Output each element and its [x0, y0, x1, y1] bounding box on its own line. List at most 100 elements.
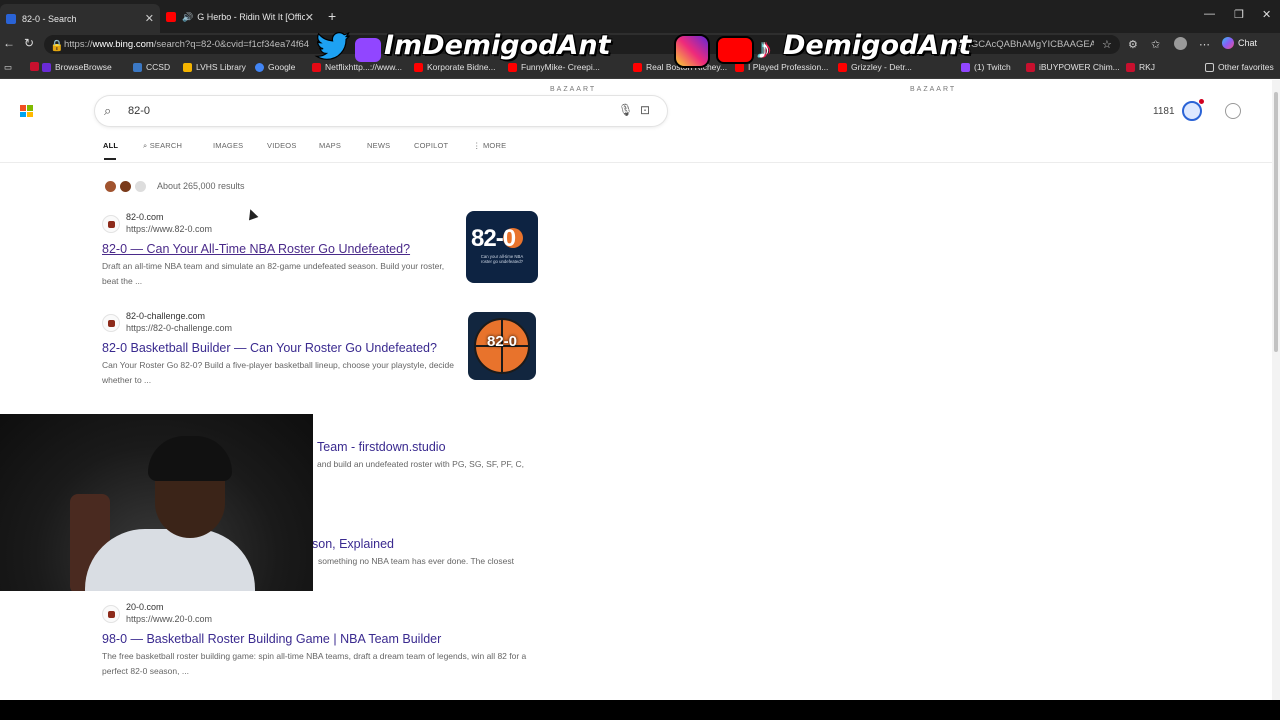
favorite-item[interactable]: BrowseBrowse — [42, 62, 112, 72]
copilot-icon — [1222, 37, 1234, 49]
tab-maps[interactable]: MAPS — [319, 141, 341, 150]
favorites-bar: ▭ BrowseBrowse CCSD LVHS Library Google … — [0, 55, 1280, 79]
search-icon[interactable]: ⌕ — [104, 103, 111, 119]
youtube-icon — [716, 36, 754, 64]
url-tail: QDIGCAcQABhAMgYICBAAGEA... — [954, 39, 1094, 50]
active-tab-underline — [104, 158, 116, 160]
instagram-icon — [674, 34, 710, 68]
favorite-item[interactable]: (1) Twitch — [961, 62, 1011, 72]
browser-window: 82-0 - Search ✕ 🔊 G Herbo - Ridin Wit It… — [0, 0, 1280, 700]
search-input[interactable]: 82-0 — [128, 105, 150, 117]
site-favicon-icon — [102, 215, 120, 233]
close-tab-icon[interactable]: ✕ — [305, 11, 314, 24]
minimize-icon[interactable]: — — [1204, 8, 1215, 20]
favorite-item[interactable]: LVHS Library — [183, 62, 246, 72]
rewards-medal-icon[interactable] — [1182, 99, 1204, 121]
result-snippet: something no NBA team has ever done. The… — [318, 556, 514, 566]
tab-copilot[interactable]: COPILOT — [414, 141, 448, 150]
search-result: son, Explained something no NBA team has… — [312, 537, 752, 569]
result-site[interactable]: 20-0.com — [126, 602, 542, 612]
tab-search[interactable]: 82-0 - Search ✕ — [0, 4, 160, 33]
site-favicon-icon — [102, 314, 120, 332]
favorite-item[interactable]: Google — [255, 62, 295, 72]
result-avatars — [104, 180, 149, 193]
overlay-handle-left: ImDemigodAnt — [384, 30, 611, 61]
tab-images[interactable]: IMAGES — [213, 141, 243, 150]
favorite-item[interactable]: Korporate Bidne... — [414, 62, 496, 72]
search-result: 20-0.com https://www.20-0.com 98-0 — Bas… — [102, 602, 542, 679]
account-icon[interactable] — [1225, 103, 1241, 119]
chat-label: Chat — [1238, 38, 1258, 48]
person-hair — [148, 436, 232, 481]
more-dots-icon: ⋮ — [473, 141, 483, 150]
person-shirt — [85, 529, 255, 591]
result-title-link[interactable]: 98-0 — Basketball Roster Building Game |… — [102, 632, 542, 646]
result-snippet: Draft an all-time NBA team and simulate … — [102, 261, 445, 286]
favorite-item[interactable]: FunnyMike- Creepi... — [508, 62, 600, 72]
webcam-overlay — [0, 414, 313, 591]
thumb-title: 82-0 — [471, 225, 516, 252]
favorite-item[interactable]: iBUYPOWER Chim... — [1026, 62, 1120, 72]
tab-strip: 82-0 - Search ✕ 🔊 G Herbo - Ridin Wit It… — [0, 0, 1280, 33]
result-count: About 265,000 results — [157, 181, 245, 191]
favorite-item[interactable]: Grizzley - Detr... — [838, 62, 912, 72]
result-title-link[interactable]: son, Explained — [312, 537, 752, 551]
page-scrollbar[interactable] — [1272, 80, 1280, 700]
other-favorites[interactable]: Other favorites — [1205, 62, 1274, 72]
url-domain: www.bing.com — [92, 39, 154, 50]
bing-results-page: BAZAART BAZAART ⌕ 82-0 🎙 ⊡ 1181 ALL ⌕ SE… — [0, 80, 1272, 700]
overlay-handle-right: DemigodAnt — [783, 30, 972, 61]
favorite-item[interactable]: I Played Profession... — [735, 62, 828, 72]
lock-icon[interactable]: 🔒 — [50, 39, 64, 52]
new-tab-plus-icon[interactable]: + — [328, 8, 336, 24]
visual-search-icon[interactable]: ⊡ — [640, 103, 650, 117]
result-snippet: Can Your Roster Go 82-0? Build a five-pl… — [102, 360, 455, 385]
chat-button[interactable]: Chat — [1222, 37, 1257, 49]
more-menu-icon[interactable]: ⋯ — [1199, 38, 1210, 51]
result-thumbnail[interactable]: 82-0 Can your all-time NBA roster go und… — [466, 211, 538, 283]
back-icon[interactable]: ← — [3, 36, 15, 50]
restore-icon[interactable]: ❐ — [1234, 8, 1244, 21]
bazaart-watermark: BAZAART — [910, 86, 957, 93]
tab-news[interactable]: NEWS — [367, 141, 390, 150]
profile-avatar-icon[interactable] — [1174, 37, 1187, 50]
bottom-letterbox — [0, 700, 1280, 720]
url-rest: /search?q=82-0&cvid=f1cf34ea74f64 — [153, 39, 310, 50]
apps-icon[interactable]: ▭ — [4, 62, 12, 73]
site-favicon-icon — [102, 605, 120, 623]
refresh-icon[interactable]: ↻ — [24, 36, 34, 50]
tab-all[interactable]: ALL — [103, 141, 118, 150]
favorite-item[interactable]: Netflixhttp...://www... — [312, 62, 402, 72]
search-favicon-icon — [6, 13, 16, 24]
thumb-title: 82-0 — [486, 333, 518, 350]
scrollbar-thumb[interactable] — [1274, 92, 1278, 352]
url-prefix: https:// — [64, 39, 93, 50]
tab-title: G Herbo - Ridin Wit It [Officia — [197, 12, 306, 22]
tab-search[interactable]: ⌕ SEARCH — [143, 141, 182, 151]
tab-more[interactable]: ⋮ MORE — [473, 141, 506, 150]
tab-youtube[interactable]: 🔊 G Herbo - Ridin Wit It [Officia ✕ — [160, 5, 320, 29]
favorite-item[interactable]: RKJ — [1126, 62, 1155, 72]
result-thumbnail[interactable]: 82-0 — [468, 312, 536, 380]
twitter-icon — [314, 32, 350, 60]
favorites-icon[interactable]: ✩ — [1151, 38, 1160, 51]
copilot-search-icon: ⌕ — [143, 141, 150, 150]
favorite-item[interactable]: CCSD — [133, 62, 170, 72]
close-tab-icon[interactable]: ✕ — [145, 12, 154, 25]
window-close-icon[interactable]: ✕ — [1262, 8, 1271, 21]
tiktok-icon: ♪ — [757, 33, 771, 64]
tab-videos[interactable]: VIDEOS — [267, 141, 297, 150]
search-box[interactable]: ⌕ 82-0 🎙 ⊡ — [95, 96, 667, 126]
search-result: Team - firstdown.studio and build an und… — [317, 440, 757, 472]
speaker-icon[interactable]: 🔊 — [182, 12, 193, 23]
favorite-star-icon[interactable]: ☆ — [1102, 38, 1112, 51]
microphone-icon[interactable]: 🎙 — [618, 103, 633, 117]
rewards-points[interactable]: 1181 — [1153, 106, 1175, 117]
result-title-link[interactable]: Team - firstdown.studio — [317, 440, 757, 454]
extensions-icon[interactable]: ⚙ — [1128, 38, 1138, 51]
result-url[interactable]: https://www.20-0.com — [126, 614, 542, 624]
microsoft-logo-icon[interactable] — [20, 105, 33, 117]
bazaart-watermark: BAZAART — [550, 86, 597, 93]
result-snippet: and build an undefeated roster with PG, … — [317, 459, 524, 469]
notification-dot — [1199, 99, 1204, 104]
